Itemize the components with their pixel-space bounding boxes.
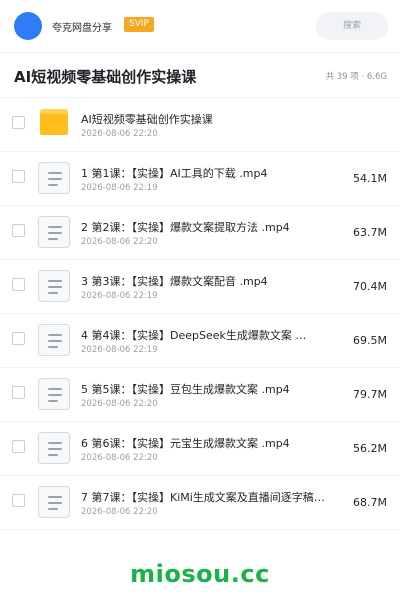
file-size: 54.1M — [353, 172, 387, 185]
row-checkbox[interactable] — [12, 386, 25, 399]
folder-stats: 共 39 项 · 6.6G — [325, 72, 387, 82]
file-row[interactable]: 1 第1课：【实操】AI工具的下载 .mp4 2026-08-06 22:19 54… — [0, 152, 400, 206]
video-file-icon — [38, 486, 70, 518]
file-name[interactable]: AI短视频零基础创作实操课 — [81, 111, 336, 127]
file-row[interactable]: 2 第2课：【实操】爆款文案提取方法 .mp4 2026-08-06 22:20 6… — [0, 206, 400, 260]
video-file-icon — [38, 378, 70, 410]
file-name[interactable]: 2 第2课：【实操】爆款文案提取方法 .mp4 — [81, 219, 336, 235]
file-row[interactable]: 5 第5课：【实操】豆包生成爆款文案 .mp4 2026-08-06 22:20 7… — [0, 368, 400, 422]
top-bar: 夸克网盘分享 SVIP 搜索 — [0, 0, 400, 52]
row-checkbox[interactable] — [12, 116, 25, 129]
file-name[interactable]: 1 第1课：【实操】AI工具的下载 .mp4 — [81, 165, 336, 181]
file-size: 63.7M — [353, 226, 387, 239]
row-checkbox[interactable] — [12, 170, 25, 183]
file-name[interactable]: 6 第6课：【实操】元宝生成爆款文案 .mp4 — [81, 435, 336, 451]
svip-badge: SVIP — [124, 17, 154, 32]
file-row[interactable]: 7 第7课：【实操】KiMi生成文案及直播间逐字稿… 2026-08-06 22:… — [0, 476, 400, 530]
file-date: 2026-08-06 22:20 — [81, 453, 158, 463]
watermark: miosou.cc — [130, 560, 270, 588]
video-file-icon — [38, 216, 70, 248]
search-input[interactable]: 搜索 — [316, 12, 388, 40]
folder-title: AI短视频零基础创作实操课 — [14, 68, 197, 86]
row-checkbox[interactable] — [12, 224, 25, 237]
video-file-icon — [38, 432, 70, 464]
folder-header: AI短视频零基础创作实操课 共 39 项 · 6.6G — [0, 53, 400, 97]
file-date: 2026-08-06 22:20 — [81, 399, 158, 409]
file-row[interactable]: 3 第3课：【实操】爆款文案配音 .mp4 2026-08-06 22:19 70.… — [0, 260, 400, 314]
user-name[interactable]: 夸克网盘分享 — [52, 19, 112, 34]
folder-row[interactable]: AI短视频零基础创作实操课 2026-08-06 22:20 — [0, 98, 400, 152]
file-list: AI短视频零基础创作实操课 2026-08-06 22:20 1 第1课：【实操】A… — [0, 98, 400, 530]
file-date: 2026-08-06 22:20 — [81, 237, 158, 247]
file-date: 2026-08-06 22:19 — [81, 183, 158, 193]
file-row[interactable]: 6 第6课：【实操】元宝生成爆款文案 .mp4 2026-08-06 22:20 5… — [0, 422, 400, 476]
folder-icon — [40, 109, 68, 135]
row-checkbox[interactable] — [12, 278, 25, 291]
row-checkbox[interactable] — [12, 332, 25, 345]
file-size: 70.4M — [353, 280, 387, 293]
file-date: 2026-08-06 22:19 — [81, 291, 158, 301]
video-file-icon — [38, 324, 70, 356]
file-size: 56.2M — [353, 442, 387, 455]
file-size: 69.5M — [353, 334, 387, 347]
video-file-icon — [38, 162, 70, 194]
file-size: 79.7M — [353, 388, 387, 401]
file-name[interactable]: 3 第3课：【实操】爆款文案配音 .mp4 — [81, 273, 336, 289]
row-checkbox[interactable] — [12, 494, 25, 507]
file-row[interactable]: 4 第4课：【实操】DeepSeek生成爆款文案 … 2026-08-06 22:… — [0, 314, 400, 368]
file-name[interactable]: 4 第4课：【实操】DeepSeek生成爆款文案 … — [81, 327, 336, 343]
file-date: 2026-08-06 22:20 — [81, 129, 158, 139]
row-checkbox[interactable] — [12, 440, 25, 453]
video-file-icon — [38, 270, 70, 302]
file-name[interactable]: 5 第5课：【实操】豆包生成爆款文案 .mp4 — [81, 381, 336, 397]
file-date: 2026-08-06 22:19 — [81, 345, 158, 355]
file-name[interactable]: 7 第7课：【实操】KiMi生成文案及直播间逐字稿… — [81, 489, 336, 505]
avatar[interactable] — [14, 12, 42, 40]
file-date: 2026-08-06 22:20 — [81, 507, 158, 517]
file-size: 68.7M — [353, 496, 387, 509]
